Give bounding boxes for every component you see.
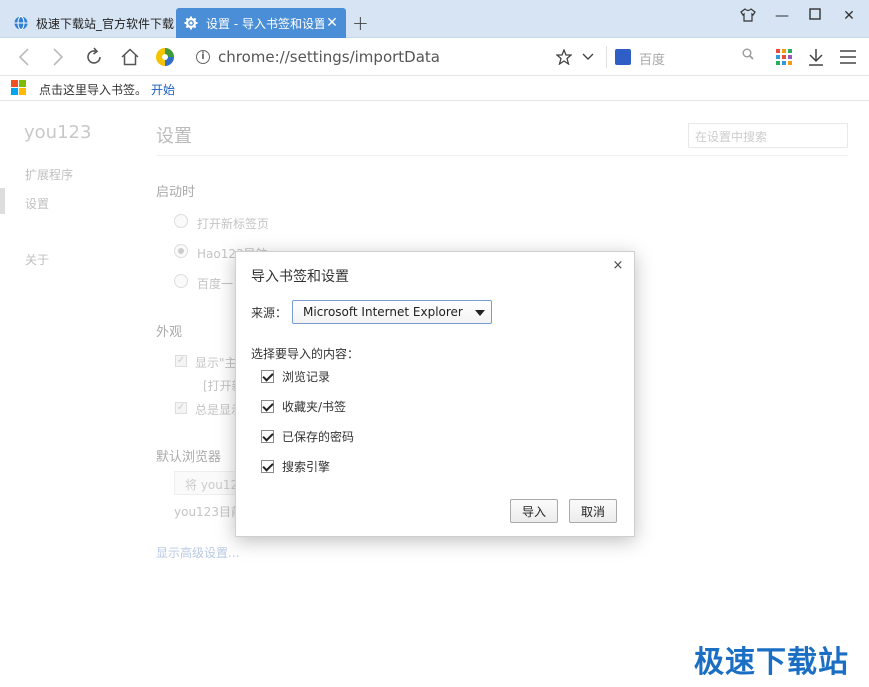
sidebar-title: you123 xyxy=(24,122,92,143)
globe-icon xyxy=(14,16,28,30)
search-icon[interactable] xyxy=(742,48,754,64)
tab-settings[interactable]: 设置 - 导入书签和设置 ✕ xyxy=(176,8,346,38)
tab-jisu[interactable]: 极速下载站_官方软件下载 xyxy=(6,8,174,38)
startup-option-label: 打开新标签页 xyxy=(197,217,270,231)
search-input[interactable]: 百度 xyxy=(606,46,762,68)
browser-logo-icon[interactable] xyxy=(153,46,177,68)
favorites-label: 收藏夹/书签 xyxy=(282,400,347,414)
reload-icon[interactable] xyxy=(82,46,106,68)
search-engines-checkbox[interactable] xyxy=(261,460,274,473)
startup-heading: 启动时 xyxy=(156,185,196,200)
import-button[interactable]: 导入 xyxy=(510,499,558,523)
search-placeholder: 百度 xyxy=(639,53,666,68)
startup-radio-baidu[interactable] xyxy=(174,274,188,288)
sidebar-active-indicator xyxy=(0,188,5,214)
startup-option-label: 百度一 xyxy=(197,277,234,291)
history-checkbox[interactable] xyxy=(261,370,274,383)
source-label: 来源： xyxy=(251,306,288,320)
history-label: 浏览记录 xyxy=(282,370,331,384)
gear-icon xyxy=(184,16,198,30)
forward-icon[interactable] xyxy=(46,46,70,68)
always-show-checkbox[interactable]: ✓ xyxy=(175,402,187,414)
dropdown-arrow-icon xyxy=(475,310,485,316)
bookmark-bar: 点击这里导入书签。 开始 xyxy=(0,76,869,101)
toolbar: i chrome://settings/importData 百度 xyxy=(0,38,869,76)
default-browser-heading: 默认浏览器 xyxy=(156,450,222,465)
show-home-label: 显示"主 xyxy=(195,356,237,370)
start-import-link[interactable]: 开始 xyxy=(151,81,175,98)
cancel-button[interactable]: 取消 xyxy=(569,499,617,523)
favorites-checkbox[interactable] xyxy=(261,400,274,413)
address-bar[interactable]: i chrome://settings/importData xyxy=(196,48,440,66)
sidebar-item-about[interactable]: 关于 xyxy=(25,251,49,268)
import-history-option[interactable]: 浏览记录 xyxy=(261,368,330,385)
appearance-heading: 外观 xyxy=(156,325,183,340)
menu-icon[interactable] xyxy=(836,46,860,68)
minimize-button[interactable]: — xyxy=(772,8,792,24)
page-title: 设置 xyxy=(156,126,192,147)
choose-items-label: 选择要导入的内容： xyxy=(251,347,360,361)
watermark: 极速下载站 xyxy=(694,645,849,680)
windows-logo-icon xyxy=(11,80,27,96)
settings-search-input[interactable]: 在设置中搜索 xyxy=(688,123,848,148)
passwords-label: 已保存的密码 xyxy=(282,430,355,444)
info-icon[interactable]: i xyxy=(196,50,210,64)
new-tab-button[interactable]: + xyxy=(352,11,369,35)
passwords-checkbox[interactable] xyxy=(261,430,274,443)
skin-icon[interactable] xyxy=(738,8,758,26)
sidebar-item-extensions[interactable]: 扩展程序 xyxy=(25,166,73,183)
divider xyxy=(156,155,848,156)
import-dialog: 导入书签和设置 × 来源： Microsoft Internet Explore… xyxy=(235,251,635,537)
star-icon[interactable] xyxy=(552,46,576,68)
close-window-button[interactable]: ✕ xyxy=(839,8,859,24)
dialog-close-icon[interactable]: × xyxy=(610,258,626,273)
download-icon[interactable] xyxy=(804,46,828,68)
import-favorites-option[interactable]: 收藏夹/书签 xyxy=(261,398,346,415)
tab-bar: 极速下载站_官方软件下载 设置 - 导入书签和设置 ✕ + — ✕ xyxy=(0,0,869,38)
baidu-icon xyxy=(615,49,631,65)
apps-grid-icon[interactable] xyxy=(772,46,796,68)
home-icon[interactable] xyxy=(118,46,142,68)
tab-close-icon[interactable]: ✕ xyxy=(324,15,340,31)
source-select-value: Microsoft Internet Explorer xyxy=(303,305,463,319)
show-home-checkbox[interactable]: ✓ xyxy=(175,355,187,367)
tab-title: 极速下载站_官方软件下载 xyxy=(36,16,174,31)
startup-radio-hao123[interactable] xyxy=(174,244,188,258)
import-bookmarks-hint: 点击这里导入书签。 xyxy=(39,83,148,97)
startup-radio-newtab[interactable] xyxy=(174,214,188,228)
chevron-down-icon[interactable] xyxy=(576,46,600,68)
tab-title: 设置 - 导入书签和设置 xyxy=(206,16,324,31)
back-icon[interactable] xyxy=(12,46,36,68)
import-passwords-option[interactable]: 已保存的密码 xyxy=(261,428,354,445)
url-text: chrome://settings/importData xyxy=(218,48,440,66)
set-default-button[interactable]: 将 you123 xyxy=(174,471,242,495)
source-select[interactable]: Microsoft Internet Explorer xyxy=(292,300,492,324)
default-browser-status: you123目前 xyxy=(174,505,243,519)
dialog-title: 导入书签和设置 xyxy=(251,269,349,285)
show-advanced-link[interactable]: 显示高级设置... xyxy=(156,544,239,561)
maximize-button[interactable] xyxy=(805,8,825,24)
search-engines-label: 搜索引擎 xyxy=(282,460,331,474)
import-search-engines-option[interactable]: 搜索引擎 xyxy=(261,458,330,475)
sidebar-item-settings[interactable]: 设置 xyxy=(25,195,49,212)
